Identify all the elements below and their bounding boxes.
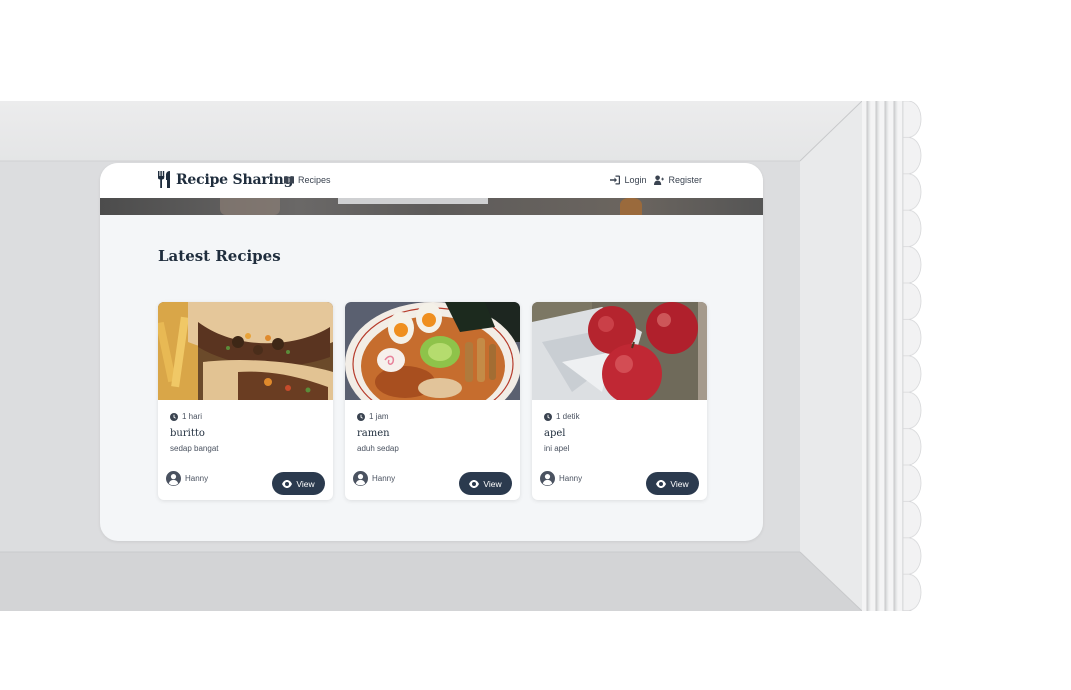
eye-icon <box>282 479 293 488</box>
nav-register-link[interactable]: Register <box>654 175 702 185</box>
view-button-label: View <box>483 478 502 489</box>
recipe-author: Hanny <box>540 471 582 486</box>
view-recipe-button[interactable]: View <box>459 472 512 495</box>
recipe-card[interactable]: 1 detik apel ini apel Hanny View <box>532 302 707 500</box>
recipe-author-name: Hanny <box>372 474 396 483</box>
view-button-label: View <box>296 478 315 489</box>
recipe-description: sedap bangat <box>170 444 219 453</box>
nav-recipes-link[interactable]: Recipes <box>284 175 331 185</box>
hero-image-strip <box>100 198 763 215</box>
book-open-icon <box>284 176 294 184</box>
recipe-title: buritto <box>170 428 205 439</box>
recipe-card[interactable]: 1 hari buritto sedap bangat Hanny View <box>158 302 333 500</box>
view-recipe-button[interactable]: View <box>272 472 325 495</box>
nav-register-label: Register <box>668 175 702 185</box>
eye-icon <box>656 479 667 488</box>
recipe-author-name: Hanny <box>185 474 209 483</box>
pack-scalloped-edge <box>903 101 925 611</box>
recipe-time-label: 1 detik <box>556 412 580 421</box>
user-avatar-icon <box>166 471 181 486</box>
apples-image <box>532 302 707 400</box>
recipe-card-list: 1 hari buritto sedap bangat Hanny View 1… <box>158 302 707 500</box>
pack-seal-edge <box>862 101 907 611</box>
brand[interactable]: Recipe Sharing <box>157 171 293 188</box>
recipe-description: aduh sedap <box>357 444 399 453</box>
recipe-time: 1 detik <box>544 412 580 421</box>
view-recipe-button[interactable]: View <box>646 472 699 495</box>
recipe-author: Hanny <box>353 471 395 486</box>
user-avatar-icon <box>353 471 368 486</box>
clock-icon <box>357 412 365 421</box>
clock-icon <box>170 412 178 421</box>
user-avatar-icon <box>540 471 555 486</box>
section-title: Latest Recipes <box>158 247 281 265</box>
recipe-author: Hanny <box>166 471 208 486</box>
eye-icon <box>469 479 480 488</box>
recipe-author-name: Hanny <box>559 474 583 483</box>
utensils-icon <box>158 171 170 188</box>
recipe-title: ramen <box>357 428 390 439</box>
nav-login-label: Login <box>624 175 647 185</box>
brand-name: Recipe Sharing <box>176 171 294 188</box>
navbar: Recipe Sharing Recipes Login Register <box>100 163 763 198</box>
ramen-image <box>345 302 520 400</box>
nav-login-link[interactable]: Login <box>610 175 646 185</box>
recipe-time-label: 1 hari <box>182 412 203 421</box>
website-screen: Recipe Sharing Recipes Login Register La… <box>100 163 763 541</box>
recipe-time: 1 jam <box>357 412 389 421</box>
recipe-time: 1 hari <box>170 412 202 421</box>
recipe-card[interactable]: 1 jam ramen aduh sedap Hanny View <box>345 302 520 500</box>
burrito-image <box>158 302 333 400</box>
recipe-description: ini apel <box>544 444 570 453</box>
view-button-label: View <box>670 478 689 489</box>
clock-icon <box>544 412 552 421</box>
recipe-time-label: 1 jam <box>369 412 389 421</box>
nav-auth-links: Login Register <box>610 175 702 185</box>
recipe-title: apel <box>544 428 566 439</box>
nav-recipes-label: Recipes <box>298 175 331 185</box>
sign-in-icon <box>610 175 621 185</box>
user-plus-icon <box>654 175 665 185</box>
